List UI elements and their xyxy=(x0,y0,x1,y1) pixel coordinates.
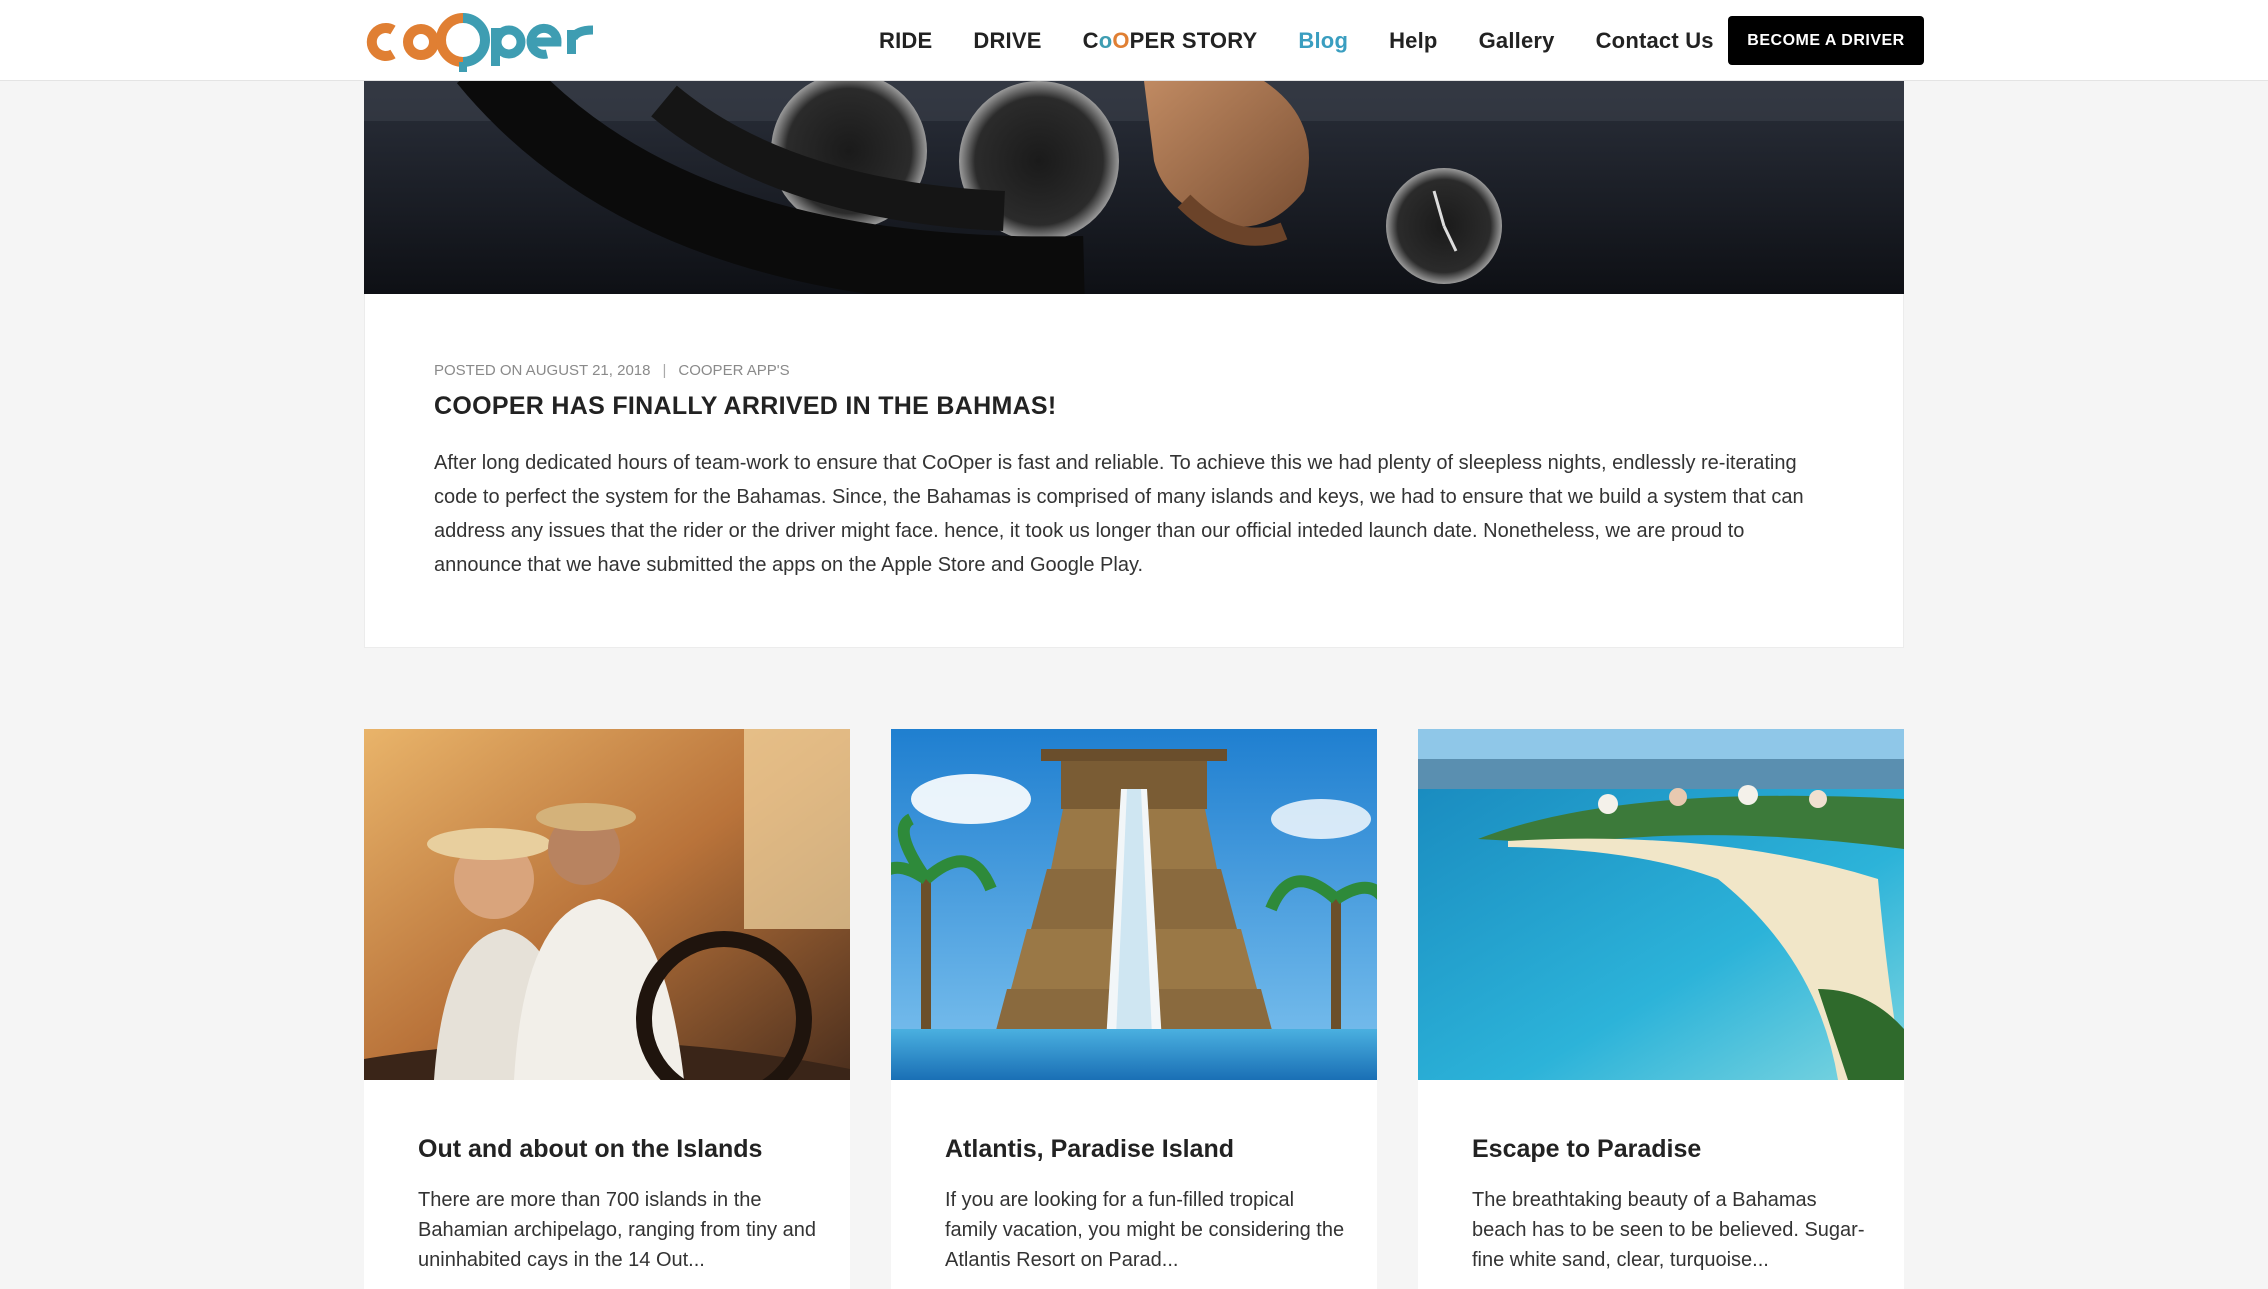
nav-story-suffix: PER STORY xyxy=(1129,28,1258,53)
atlantis-temple-image xyxy=(891,729,1377,1080)
become-driver-button[interactable]: BECOME A DRIVER xyxy=(1728,16,1924,65)
nav-ride[interactable]: RIDE xyxy=(879,28,932,54)
card-image[interactable] xyxy=(891,729,1377,1080)
nav-story-o-teal: o xyxy=(1098,28,1113,53)
card-excerpt: If you are looking for a fun-filled trop… xyxy=(945,1189,1345,1271)
blog-card[interactable]: Escape to Paradise The breathtaking beau… xyxy=(1418,729,1904,1289)
nav-gallery[interactable]: Gallery xyxy=(1479,28,1555,54)
card-image[interactable] xyxy=(364,729,850,1080)
bahamas-beach-image xyxy=(1418,729,1904,1080)
site-header: RIDE DRIVE CoOPER STORY Blog Help Galler… xyxy=(0,0,2268,81)
main-nav: RIDE DRIVE CoOPER STORY Blog Help Galler… xyxy=(879,24,1755,58)
blog-card[interactable]: Out and about on the Islands There are m… xyxy=(364,729,850,1289)
car-dashboard-image xyxy=(364,81,1904,294)
couple-in-car-image xyxy=(364,729,850,1080)
nav-blog[interactable]: Blog xyxy=(1298,28,1348,54)
post-body: After long dedicated hours of team-work … xyxy=(434,452,1804,576)
featured-post: POSTED ON AUGUST 21, 2018 | COOPER APP'S C… xyxy=(364,294,1904,648)
nav-contact[interactable]: Contact Us xyxy=(1596,28,1714,54)
cooper-logo[interactable] xyxy=(363,8,603,72)
post-date: POSTED ON AUGUST 21, 2018 xyxy=(434,362,651,379)
nav-story-prefix: C xyxy=(1082,28,1099,53)
nav-help[interactable]: Help xyxy=(1389,28,1437,54)
card-title[interactable]: Out and about on the Islands xyxy=(418,1135,762,1164)
meta-separator: | xyxy=(662,362,667,379)
card-title[interactable]: Atlantis, Paradise Island xyxy=(945,1135,1234,1164)
cooper-logo-mark xyxy=(366,13,594,72)
nav-drive[interactable]: DRIVE xyxy=(973,28,1041,54)
blog-card[interactable]: Atlantis, Paradise Island If you are loo… xyxy=(891,729,1377,1289)
card-excerpt: The breathtaking beauty of a Bahamas bea… xyxy=(1472,1189,1865,1271)
card-title[interactable]: Escape to Paradise xyxy=(1472,1135,1701,1164)
card-excerpt: There are more than 700 islands in the B… xyxy=(418,1189,817,1271)
featured-post-image[interactable] xyxy=(364,81,1904,294)
post-title[interactable]: COOPER HAS FINALLY ARRIVED IN THE BAHMAS… xyxy=(434,392,1057,421)
nav-story-o-orange: O xyxy=(1112,28,1130,53)
card-image[interactable] xyxy=(1418,729,1904,1080)
nav-cooper-story[interactable]: CoOPER STORY xyxy=(1083,28,1258,54)
post-category[interactable]: COOPER APP'S xyxy=(678,362,789,379)
post-meta: POSTED ON AUGUST 21, 2018 | COOPER APP'S xyxy=(434,362,790,379)
